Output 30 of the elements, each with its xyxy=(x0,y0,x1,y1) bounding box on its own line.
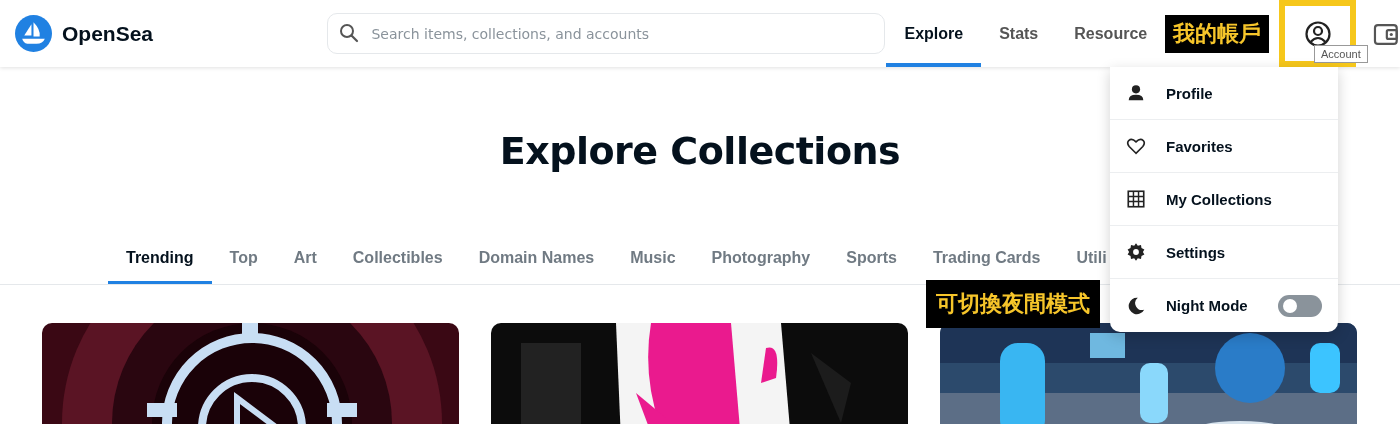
page-title: Explore Collections xyxy=(499,128,901,175)
category-tab[interactable]: Top xyxy=(211,234,276,284)
category-tab[interactable]: Art xyxy=(275,234,335,284)
category-tab[interactable]: Domain Names xyxy=(460,234,613,284)
nav-link[interactable]: Stats xyxy=(981,0,1057,67)
nav-link[interactable]: Resource xyxy=(1056,0,1166,67)
person-icon xyxy=(1126,83,1146,103)
category-tab[interactable]: Photography xyxy=(693,234,829,284)
annotation-label: 我的帳戶 xyxy=(1165,14,1270,53)
category-tab[interactable]: Trending xyxy=(108,234,212,284)
nav-link[interactable]: Explore xyxy=(886,0,982,67)
tooltip: Account xyxy=(1314,45,1368,63)
category-tab[interactable]: Music xyxy=(612,234,694,284)
night-mode-toggle[interactable] xyxy=(1278,294,1322,317)
search-field[interactable]: Search items, collections, and accounts xyxy=(327,13,886,54)
settings-icon xyxy=(1126,242,1146,262)
menu-item[interactable]: Night Mode xyxy=(1110,279,1338,332)
logo-text[interactable]: OpenSea xyxy=(62,21,154,46)
logo-icon xyxy=(15,15,52,52)
menu-item[interactable]: Settings xyxy=(1110,226,1338,279)
menu-item[interactable]: My Collections xyxy=(1110,173,1338,226)
moon-icon xyxy=(1126,295,1146,316)
category-tab[interactable]: Collectibles xyxy=(334,234,461,284)
account-icon[interactable] xyxy=(1303,19,1332,48)
category-tab[interactable]: Sports xyxy=(828,234,915,284)
grid-icon xyxy=(1126,189,1146,209)
menu-item[interactable]: Favorites xyxy=(1110,120,1338,173)
menu-item[interactable]: Profile xyxy=(1110,67,1338,120)
annotation-label: 可切換夜間模式 xyxy=(926,280,1100,328)
heart-icon xyxy=(1126,136,1146,156)
